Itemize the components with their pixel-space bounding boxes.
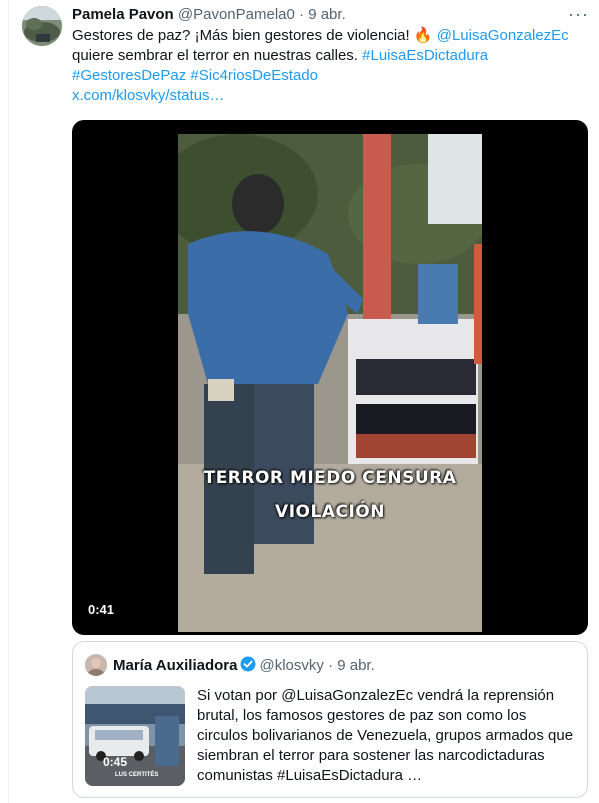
video-caption-line2: VIOLACIÓN [275, 502, 385, 522]
timeline-divider [8, 0, 9, 803]
quoted-tweet-header: María Auxiliadora @klosvky · 9 abr. [113, 656, 375, 676]
hashtag-link-3[interactable]: #Sic4riosDeEstado [190, 67, 318, 84]
quoted-thumbnail-image [85, 686, 185, 786]
hashtag-link-1[interactable]: #LuisaEsDictadura [362, 47, 488, 64]
author-handle[interactable]: @PavonPamela0 [178, 6, 295, 23]
video-duration: 0:41 [88, 602, 115, 617]
quoted-author-handle[interactable]: @klosvky [259, 657, 323, 674]
hashtag-link-2[interactable]: #GestoresDePaz [72, 67, 186, 84]
verified-badge-icon [240, 656, 256, 672]
tweet-text-part1: Gestores de paz? ¡Más bien gestores de v… [72, 27, 414, 44]
quoted-author-avatar[interactable] [85, 654, 107, 676]
video-still-image [178, 134, 482, 632]
quoted-tweet-date[interactable]: 9 abr. [337, 657, 375, 674]
author-avatar[interactable] [22, 6, 62, 46]
author-name[interactable]: Pamela Pavon [72, 6, 174, 23]
status-url-link[interactable]: x.com/klosvky/status… [72, 87, 225, 104]
header-separator: · [299, 6, 305, 23]
quoted-tweet-text: Si votan por @LuisaGonzalezEc vendrá la … [197, 687, 574, 784]
fire-emoji: 🔥 [413, 27, 433, 44]
mention-link[interactable]: @LuisaGonzalezEc [437, 27, 569, 44]
tweet-text-part2: quiere sembrar el terror en nuestras cal… [72, 47, 363, 64]
quoted-video-thumbnail[interactable]: 0:45 LUS CERTITÉS [85, 686, 185, 786]
video-player[interactable]: TERROR MIEDO CENSURA VIOLACIÓN 0:41 [72, 120, 588, 635]
tweet-date[interactable]: 9 abr. [308, 6, 346, 23]
quoted-header-separator: · [328, 657, 334, 674]
tweet-header: Pamela Pavon @PavonPamela0 · 9 abr. [72, 5, 346, 25]
quoted-video-duration: 0:45 [103, 755, 128, 769]
video-frame: TERROR MIEDO CENSURA VIOLACIÓN [178, 134, 482, 632]
more-horizontal-icon[interactable]: ··· [568, 4, 589, 25]
quoted-author-name[interactable]: María Auxiliadora [113, 657, 237, 674]
video-caption-line1: TERROR MIEDO CENSURA [203, 468, 457, 488]
tweet-text: Gestores de paz? ¡Más bien gestores de v… [72, 26, 582, 106]
quoted-tweet-card[interactable]: María Auxiliadora @klosvky · 9 abr. 0:45 … [72, 641, 588, 798]
quoted-thumbnail-caption: LUS CERTITÉS [115, 772, 159, 778]
